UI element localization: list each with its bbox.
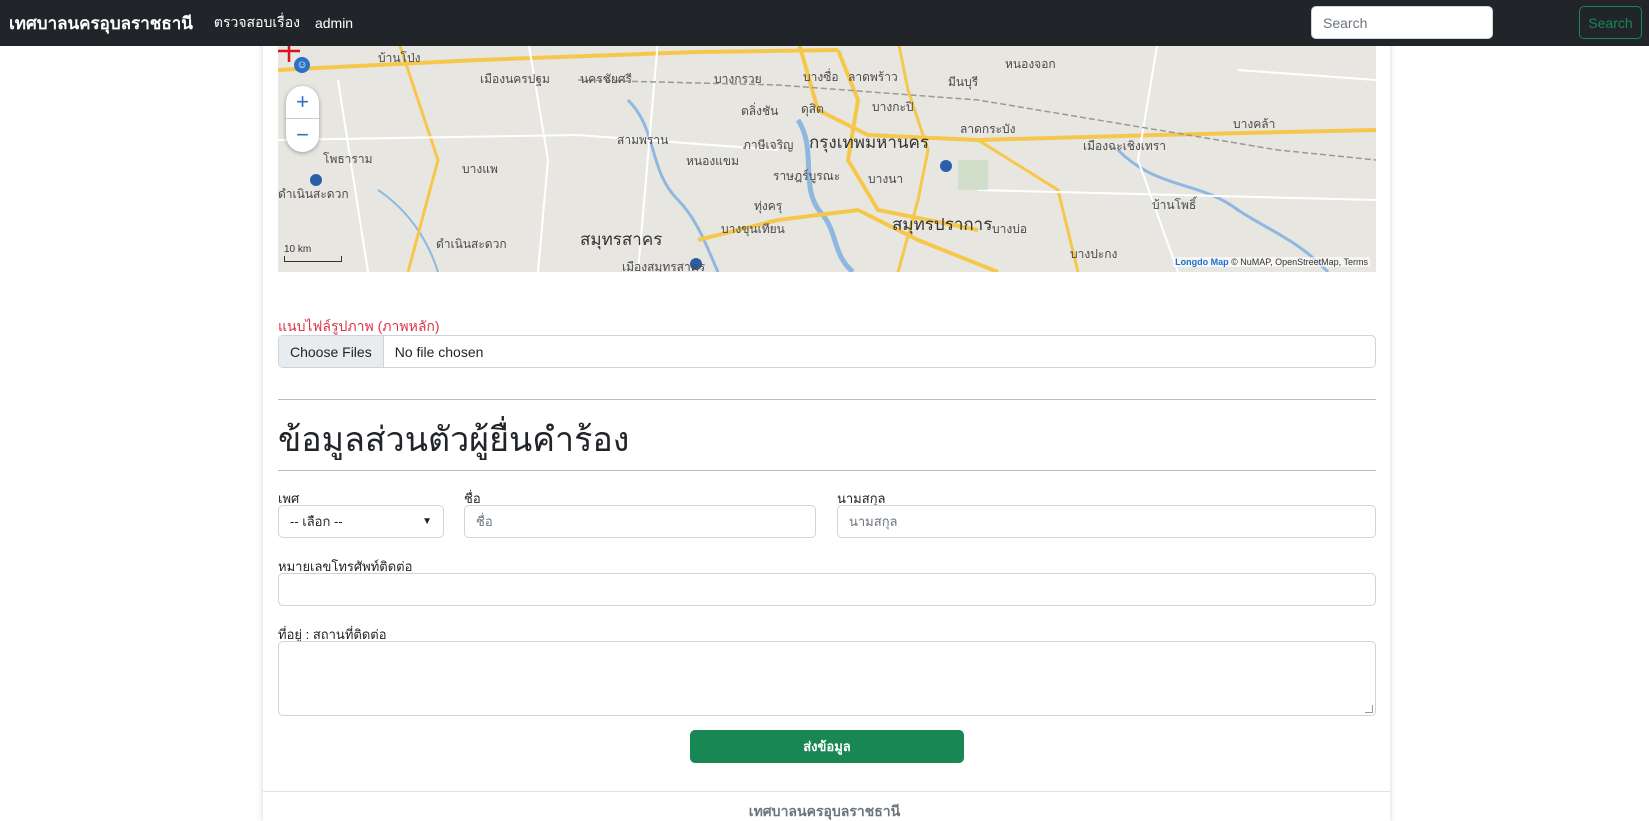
map-label: บางขุนเทียน	[721, 222, 785, 236]
divider	[278, 399, 1376, 400]
map-scale-bar	[284, 256, 342, 262]
map-label: โพธาราม	[323, 152, 373, 166]
divider	[278, 470, 1376, 471]
map-label: บางกรวย	[714, 72, 762, 86]
section-title: ข้อมูลส่วนตัวผู้ยื่นคำร้อง	[278, 421, 630, 459]
map-label: ลาดพร้าว	[848, 70, 898, 84]
last-name-field[interactable]: นามสกุล	[837, 505, 1376, 538]
map-label: หนองจอก	[1005, 57, 1056, 71]
map-label: บางนา	[868, 172, 904, 186]
map-label: บางซื่อ	[803, 70, 839, 84]
map-label: ดุสิต	[801, 102, 824, 116]
longdo-logo[interactable]: Longdo Map	[1175, 257, 1229, 267]
file-upload-input[interactable]: Choose Files No file chosen	[278, 335, 1376, 368]
choose-files-button[interactable]: Choose Files	[279, 336, 384, 367]
map-label: บางคล้า	[1233, 117, 1276, 131]
footer-text: เทศบาลนครอุบลราชธานี	[748, 803, 901, 819]
resize-handle-icon[interactable]	[1365, 705, 1373, 713]
gender-selected-value: -- เลือก --	[290, 514, 343, 529]
submit-button[interactable]: ส่งข้อมูล	[690, 730, 964, 763]
map-label: เมืองสมุทรสาคร	[622, 260, 706, 272]
map-label: บ้านโพธิ์	[1152, 198, 1197, 212]
search-input[interactable]	[1311, 6, 1493, 39]
map-attribution: Longdo Map © NuMAP, OpenStreetMap, Terms	[1173, 257, 1370, 267]
map-label: ดำเนินสะดวก	[278, 187, 349, 201]
map-label: สามพราน	[617, 133, 669, 147]
location-map[interactable]: บ้านโป่ง เมืองนครปฐม นครชัยศรี บางกรวย บ…	[278, 40, 1376, 272]
map-label: บางปะกง	[1070, 247, 1118, 261]
file-status-text: No file chosen	[394, 343, 484, 360]
first-name-field[interactable]: ชื่อ	[464, 505, 816, 538]
phone-field[interactable]	[278, 573, 1376, 606]
map-label: ทุ่งครุ	[754, 199, 783, 213]
map-label: ตลิ่งชัน	[741, 104, 779, 118]
map-label: ดำเนินสะดวก	[436, 237, 507, 251]
map-label: สมุทรปราการ	[892, 215, 993, 234]
map-label: นครชัยศรี	[580, 72, 632, 86]
map-label: สมุทรสาคร	[580, 230, 663, 249]
map-scale-label: 10 km	[284, 244, 312, 255]
zoom-out-button[interactable]: −	[286, 119, 319, 152]
map-label: บ้านโป่ง	[378, 51, 421, 65]
search-button[interactable]: Search	[1579, 6, 1642, 39]
address-textarea[interactable]	[278, 641, 1376, 716]
map-label: ภาษีเจริญ	[743, 138, 794, 152]
map-label: บางกะปิ	[872, 100, 914, 114]
map-label: เมืองฉะเชิงเทรา	[1083, 139, 1166, 153]
brand-link[interactable]: เทศบาลนครอุบลราชธานี	[9, 10, 193, 37]
chevron-down-icon: ▼	[422, 516, 432, 527]
footer-divider	[263, 791, 1390, 792]
gender-select[interactable]: -- เลือก -- ▼	[278, 505, 444, 538]
zoom-in-button[interactable]: +	[286, 86, 319, 119]
map-label: เมืองนครปฐม	[480, 72, 550, 86]
top-navbar: เทศบาลนครอุบลราชธานี ตรวจสอบเรื่อง admin…	[0, 0, 1649, 46]
map-label: มีนบุรี	[948, 75, 979, 89]
map-label: กรุงเทพมหานคร	[809, 133, 930, 152]
map-label: ลาดกระบัง	[960, 122, 1016, 136]
nav-link-check-status[interactable]: ตรวจสอบเรื่อง	[214, 12, 300, 34]
nav-link-admin[interactable]: admin	[315, 15, 353, 31]
zoom-control: + −	[286, 86, 319, 152]
map-label: บางแพ	[462, 162, 498, 176]
attribution-text[interactable]: © NuMAP, OpenStreetMap, Terms	[1231, 257, 1368, 267]
map-label: บางบ่อ	[992, 222, 1028, 236]
map-label: ราษฎร์บูรณะ	[773, 169, 841, 183]
map-label: หนองแขม	[686, 154, 740, 168]
